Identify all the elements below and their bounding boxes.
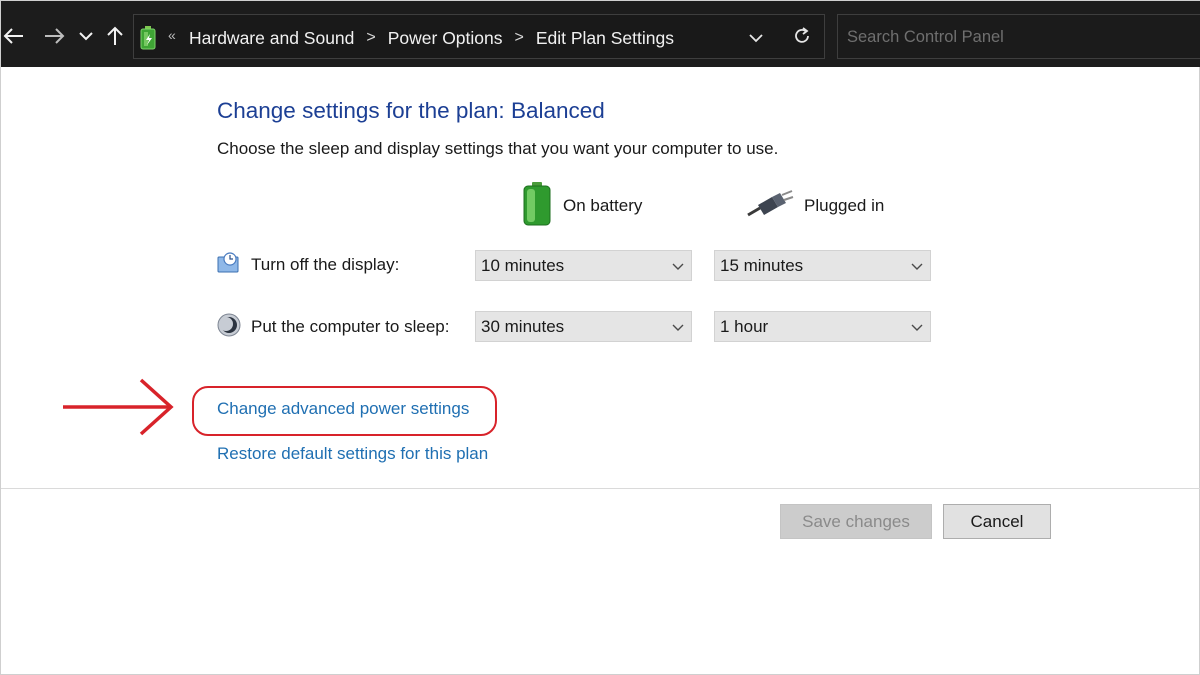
power-options-icon bbox=[140, 26, 156, 50]
chevron-down-icon bbox=[671, 321, 685, 333]
breadcrumb-edit-plan-settings[interactable]: Edit Plan Settings bbox=[536, 28, 674, 49]
display-on-battery-select[interactable]: 10 minutes bbox=[475, 250, 692, 281]
page-subtitle: Choose the sleep and display settings th… bbox=[217, 139, 779, 158]
sleep-moon-icon bbox=[217, 313, 241, 342]
page-title: Change settings for the plan: Balanced bbox=[217, 98, 605, 123]
search-box[interactable] bbox=[837, 14, 1200, 59]
column-header-plugged-in: Plugged in bbox=[746, 186, 884, 226]
display-plugged-in-select[interactable]: 15 minutes bbox=[714, 250, 931, 281]
breadcrumb-overflow[interactable]: « bbox=[168, 27, 176, 43]
column-header-on-battery: On battery bbox=[521, 181, 643, 226]
chevron-down-icon[interactable] bbox=[73, 23, 99, 49]
refresh-icon[interactable] bbox=[790, 25, 814, 49]
sleep-plugged-in-value: 1 hour bbox=[720, 317, 769, 336]
restore-default-settings-link[interactable]: Restore default settings for this plan bbox=[217, 444, 488, 464]
breadcrumb-power-options[interactable]: Power Options bbox=[388, 28, 503, 49]
display-setting-label: Turn off the display: bbox=[217, 251, 399, 279]
chevron-down-icon bbox=[671, 260, 685, 272]
column-label-on-battery: On battery bbox=[563, 196, 643, 215]
column-label-plugged-in: Plugged in bbox=[804, 196, 885, 215]
footer-divider bbox=[1, 488, 1200, 489]
cancel-button[interactable]: Cancel bbox=[943, 504, 1051, 539]
chevron-down-icon bbox=[910, 321, 924, 333]
power-plug-icon bbox=[746, 189, 794, 224]
change-advanced-power-settings-link[interactable]: Change advanced power settings bbox=[217, 399, 469, 419]
breadcrumb-separator[interactable]: > bbox=[366, 29, 375, 47]
sleep-setting-label: Put the computer to sleep: bbox=[217, 313, 449, 341]
save-changes-button[interactable]: Save changes bbox=[780, 504, 932, 539]
display-on-battery-value: 10 minutes bbox=[481, 256, 565, 275]
up-arrow-icon[interactable] bbox=[102, 23, 128, 49]
sleep-plugged-in-select[interactable]: 1 hour bbox=[714, 311, 931, 342]
address-bar[interactable]: « Hardware and Sound > Power Options > E… bbox=[133, 14, 825, 59]
back-arrow-icon[interactable] bbox=[1, 23, 27, 49]
breadcrumb-separator[interactable]: > bbox=[515, 29, 524, 47]
forward-arrow-icon[interactable] bbox=[41, 23, 67, 49]
breadcrumb: Hardware and Sound > Power Options > Edi… bbox=[189, 27, 674, 49]
sleep-label-text: Put the computer to sleep: bbox=[251, 317, 450, 336]
display-plugged-in-value: 15 minutes bbox=[720, 256, 804, 275]
battery-icon bbox=[521, 181, 553, 231]
breadcrumb-hardware-and-sound[interactable]: Hardware and Sound bbox=[189, 28, 354, 49]
chevron-down-icon bbox=[910, 260, 924, 272]
display-timeout-icon bbox=[217, 251, 241, 280]
search-input[interactable] bbox=[847, 25, 1187, 49]
control-panel-window: « Hardware and Sound > Power Options > E… bbox=[0, 0, 1200, 675]
sleep-on-battery-value: 30 minutes bbox=[481, 317, 565, 336]
sleep-on-battery-select[interactable]: 30 minutes bbox=[475, 311, 692, 342]
red-arrow-annotation-icon bbox=[61, 378, 181, 436]
navigation-bar: « Hardware and Sound > Power Options > E… bbox=[1, 1, 1200, 67]
address-dropdown-icon[interactable] bbox=[746, 27, 766, 47]
display-label-text: Turn off the display: bbox=[251, 255, 400, 274]
